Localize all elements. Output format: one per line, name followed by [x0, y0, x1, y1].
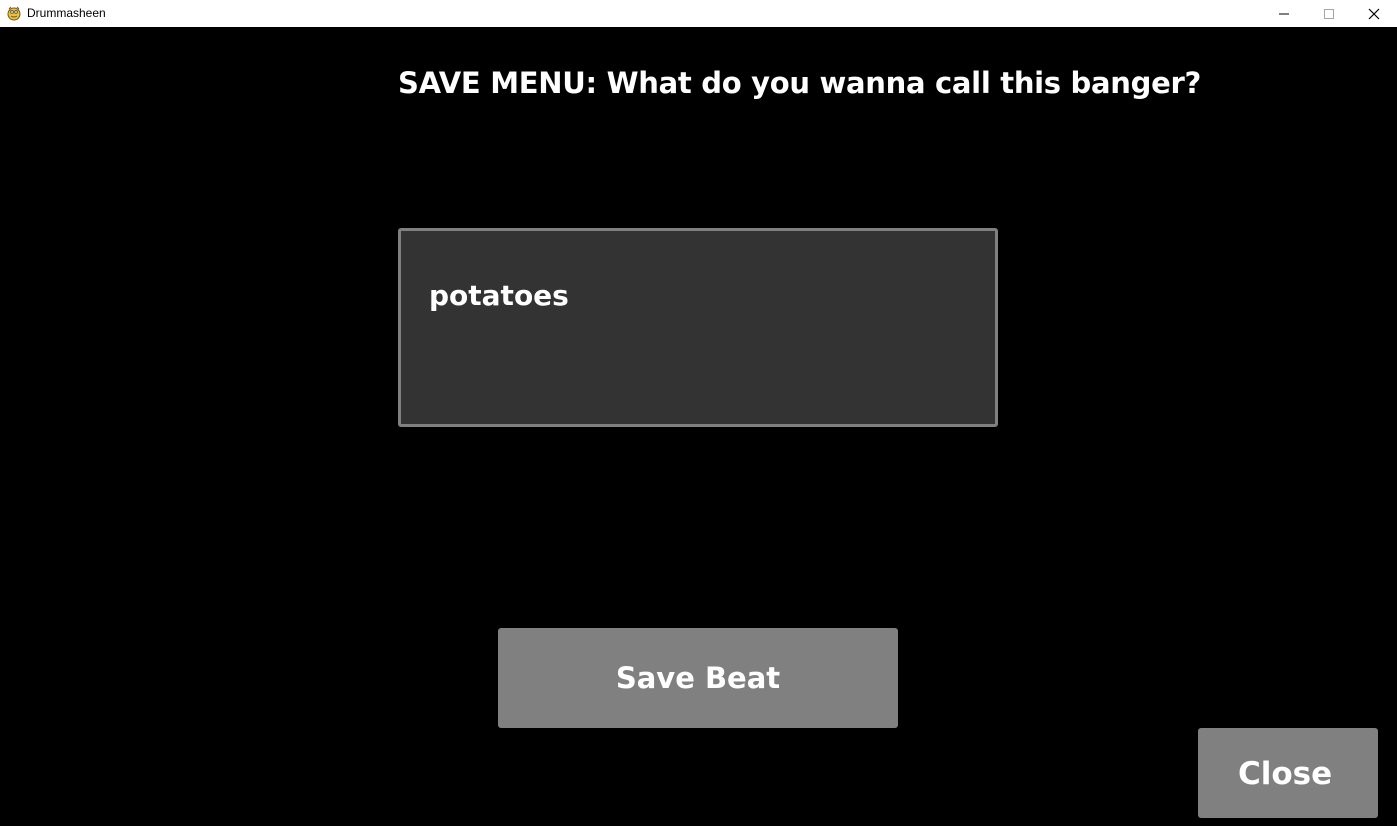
maximize-button[interactable] — [1306, 0, 1352, 27]
title-bar[interactable]: Drummasheen — [0, 0, 1397, 27]
window-title: Drummasheen — [27, 6, 106, 20]
pygame-snake-icon — [6, 5, 22, 21]
close-button[interactable]: Close — [1198, 728, 1378, 818]
beat-name-input[interactable]: potatoes — [398, 228, 998, 427]
maximize-icon — [1324, 8, 1334, 19]
save-beat-label: Save Beat — [615, 661, 781, 695]
close-icon — [1368, 8, 1380, 19]
beat-name-value: potatoes — [429, 279, 569, 312]
minimize-icon — [1279, 13, 1289, 14]
window-close-button[interactable] — [1351, 0, 1397, 27]
page-title: SAVE MENU: What do you wanna call this b… — [398, 66, 1201, 100]
save-beat-button[interactable]: Save Beat — [498, 628, 898, 728]
close-label: Close — [1238, 756, 1333, 792]
minimize-button[interactable] — [1261, 0, 1307, 27]
app-window: Drummasheen SAVE MENU: What do you wanna… — [0, 0, 1397, 826]
